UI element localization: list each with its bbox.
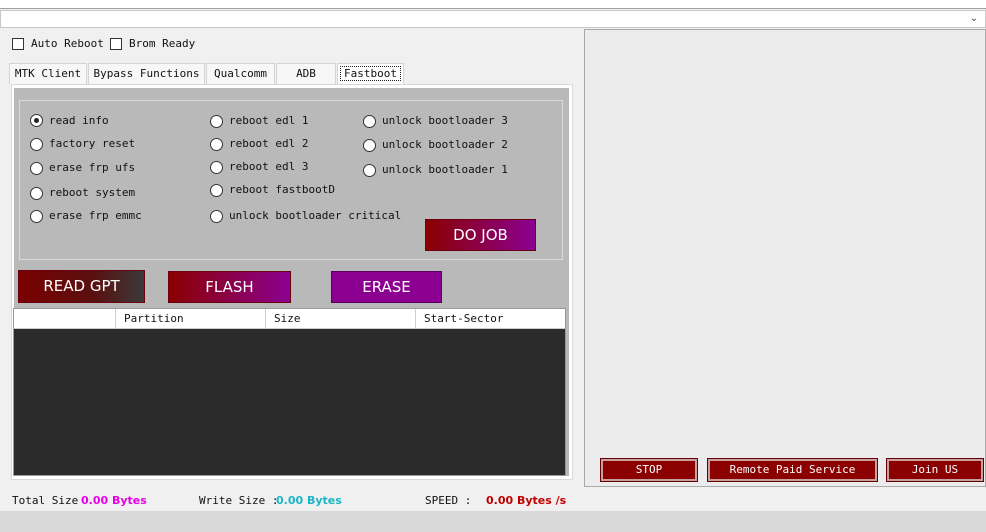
tab-adb[interactable]: ADB <box>276 63 336 84</box>
radio-label: erase frp emmc <box>49 209 142 222</box>
radio-label: erase frp ufs <box>49 161 136 174</box>
radio-label: unlock bootloader 2 <box>382 138 508 151</box>
radio-unlock-bootloader-1[interactable] <box>363 164 376 177</box>
join-us-button[interactable]: Join US <box>886 458 984 482</box>
read-gpt-button[interactable]: READ GPT <box>18 270 145 303</box>
tab-fastboot[interactable]: Fastboot <box>337 63 404 84</box>
top-strip <box>0 0 986 8</box>
device-combo[interactable]: ⌄ <box>0 10 986 28</box>
column-header-size[interactable]: Size <box>266 309 416 329</box>
tab-mtk-client[interactable]: MTK Client <box>9 63 87 84</box>
speed-label: SPEED : <box>425 494 472 507</box>
auto-reboot-label: Auto Reboot <box>31 37 104 50</box>
brom-ready-label: Brom Ready <box>129 37 196 50</box>
stop-button[interactable]: STOP <box>600 458 698 482</box>
radio-erase-frp-ufs[interactable] <box>30 162 43 175</box>
total-size-value: 0.00 Bytes <box>81 494 147 507</box>
total-size-label: Total Size <box>12 494 79 507</box>
tab-qualcomm[interactable]: Qualcomm <box>206 63 275 84</box>
radio-reboot-edl-1[interactable] <box>210 115 223 128</box>
radio-erase-frp-emmc[interactable] <box>30 210 43 223</box>
radio-label: reboot edl 3 <box>229 160 309 173</box>
column-header-start-sector[interactable]: Start-Sector <box>416 309 565 329</box>
partition-table[interactable]: Partition Size Start-Sector <box>13 308 566 476</box>
chevron-down-icon[interactable]: ⌄ <box>967 11 981 27</box>
speed-value: 0.00 Bytes /s <box>486 494 567 507</box>
remote-paid-service-button[interactable]: Remote Paid Service <box>707 458 878 482</box>
radio-label: reboot edl 2 <box>229 137 309 150</box>
radio-unlock-bootloader-critical[interactable] <box>210 210 223 223</box>
do-job-button[interactable]: DO JOB <box>425 219 536 251</box>
radio-read-info[interactable] <box>30 114 43 127</box>
tab-bypass-functions[interactable]: Bypass Functions <box>88 63 205 84</box>
flash-button[interactable]: FLASH <box>168 271 291 303</box>
radio-label: reboot edl 1 <box>229 114 309 127</box>
radio-reboot-edl-3[interactable] <box>210 161 223 174</box>
status-bar <box>0 511 986 532</box>
radio-reboot-fastbootd[interactable] <box>210 184 223 197</box>
top-divider <box>0 8 986 9</box>
write-size-value: 0.00 Bytes <box>276 494 342 507</box>
write-size-label: Write Size : <box>199 494 279 507</box>
radio-label: unlock bootloader 1 <box>382 163 508 176</box>
log-pane[interactable] <box>584 29 986 487</box>
radio-reboot-system[interactable] <box>30 187 43 200</box>
radio-reboot-edl-2[interactable] <box>210 138 223 151</box>
radio-label: unlock bootloader 3 <box>382 114 508 127</box>
erase-button[interactable]: ERASE <box>331 271 442 303</box>
radio-label: reboot fastbootD <box>229 183 335 196</box>
radio-label: reboot system <box>49 186 136 199</box>
column-header-select[interactable] <box>14 309 116 329</box>
radio-unlock-bootloader-3[interactable] <box>363 115 376 128</box>
radio-factory-reset[interactable] <box>30 138 43 151</box>
auto-reboot-checkbox[interactable] <box>12 38 24 50</box>
radio-label: unlock bootloader critical <box>229 209 402 222</box>
table-header: Partition Size Start-Sector <box>14 309 565 329</box>
radio-label: read info <box>49 114 109 127</box>
brom-ready-checkbox[interactable] <box>110 38 122 50</box>
radio-label: factory reset <box>49 137 136 150</box>
radio-unlock-bootloader-2[interactable] <box>363 139 376 152</box>
column-header-partition[interactable]: Partition <box>116 309 266 329</box>
